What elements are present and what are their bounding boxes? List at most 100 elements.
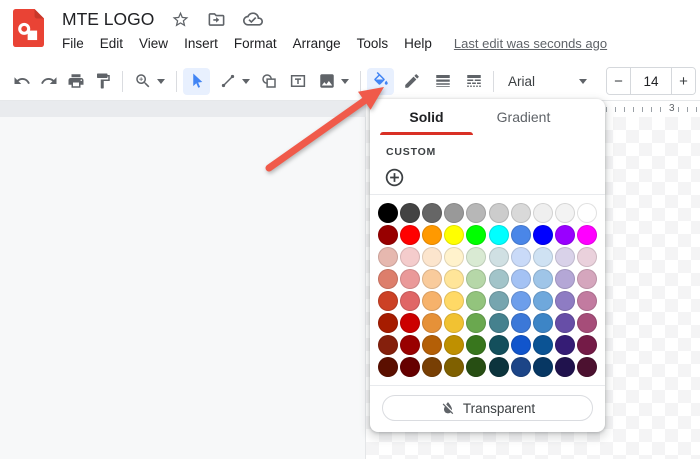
color-swatch[interactable] — [576, 335, 597, 355]
color-swatch[interactable] — [466, 291, 487, 311]
color-swatch[interactable] — [532, 291, 553, 311]
color-swatch[interactable] — [488, 335, 509, 355]
color-swatch[interactable] — [576, 203, 597, 223]
color-swatch[interactable] — [554, 313, 575, 333]
color-swatch[interactable] — [444, 269, 465, 289]
font-family-select[interactable]: Arial — [500, 68, 598, 95]
color-swatch[interactable] — [488, 269, 509, 289]
color-swatch[interactable] — [400, 247, 421, 267]
color-swatch[interactable] — [400, 335, 421, 355]
undo-icon[interactable] — [8, 68, 35, 95]
star-icon[interactable] — [171, 10, 190, 29]
color-swatch[interactable] — [554, 203, 575, 223]
color-swatch[interactable] — [422, 203, 443, 223]
color-swatch[interactable] — [510, 247, 531, 267]
color-swatch[interactable] — [422, 335, 443, 355]
color-swatch[interactable] — [422, 313, 443, 333]
color-swatch[interactable] — [444, 335, 465, 355]
menu-edit[interactable]: Edit — [92, 33, 131, 54]
color-swatch[interactable] — [488, 247, 509, 267]
color-swatch[interactable] — [532, 269, 553, 289]
color-swatch[interactable] — [554, 247, 575, 267]
color-swatch[interactable] — [488, 225, 509, 245]
font-size-decrease-button[interactable]: − — [607, 68, 630, 94]
color-swatch[interactable] — [444, 225, 465, 245]
color-swatch[interactable] — [422, 247, 443, 267]
color-swatch[interactable] — [422, 225, 443, 245]
color-swatch[interactable] — [576, 357, 597, 377]
color-swatch[interactable] — [378, 203, 398, 223]
color-swatch[interactable] — [576, 291, 597, 311]
color-swatch[interactable] — [576, 225, 597, 245]
color-swatch[interactable] — [378, 357, 398, 377]
color-swatch[interactable] — [444, 357, 465, 377]
color-swatch[interactable] — [466, 269, 487, 289]
color-swatch[interactable] — [378, 335, 398, 355]
color-swatch[interactable] — [378, 247, 398, 267]
color-swatch[interactable] — [510, 269, 531, 289]
border-weight-icon[interactable] — [429, 68, 456, 95]
tab-gradient[interactable]: Gradient — [475, 99, 572, 135]
color-swatch[interactable] — [554, 335, 575, 355]
color-swatch[interactable] — [532, 247, 553, 267]
redo-icon[interactable] — [35, 68, 62, 95]
color-swatch[interactable] — [444, 247, 465, 267]
color-swatch[interactable] — [444, 291, 465, 311]
color-swatch[interactable] — [466, 225, 487, 245]
color-swatch[interactable] — [378, 269, 398, 289]
color-swatch[interactable] — [576, 247, 597, 267]
color-swatch[interactable] — [400, 313, 421, 333]
color-swatch[interactable] — [532, 225, 553, 245]
color-swatch[interactable] — [422, 357, 443, 377]
color-swatch[interactable] — [532, 203, 553, 223]
font-size-increase-button[interactable]: + — [672, 68, 695, 94]
color-swatch[interactable] — [510, 225, 531, 245]
menu-help[interactable]: Help — [396, 33, 440, 54]
color-swatch[interactable] — [400, 357, 421, 377]
last-edit-link[interactable]: Last edit was seconds ago — [454, 36, 607, 51]
border-color-icon[interactable] — [398, 68, 425, 95]
fill-color-icon[interactable] — [367, 67, 394, 95]
color-swatch[interactable] — [488, 291, 509, 311]
color-swatch[interactable] — [400, 269, 421, 289]
color-swatch[interactable] — [378, 313, 398, 333]
color-swatch[interactable] — [378, 291, 398, 311]
color-swatch[interactable] — [532, 357, 553, 377]
color-swatch[interactable] — [510, 335, 531, 355]
text-box-tool-icon[interactable] — [284, 68, 311, 95]
color-swatch[interactable] — [576, 313, 597, 333]
menu-insert[interactable]: Insert — [176, 33, 226, 54]
add-custom-color-button[interactable] — [382, 165, 406, 189]
move-folder-icon[interactable] — [207, 10, 226, 29]
color-swatch[interactable] — [466, 203, 487, 223]
cloud-saved-icon[interactable] — [243, 9, 264, 29]
color-swatch[interactable] — [576, 269, 597, 289]
color-swatch[interactable] — [510, 203, 531, 223]
image-tool-icon[interactable] — [313, 68, 340, 95]
color-swatch[interactable] — [510, 291, 531, 311]
select-tool-icon[interactable] — [183, 67, 210, 95]
transparent-button[interactable]: Transparent — [382, 395, 593, 421]
color-swatch[interactable] — [466, 335, 487, 355]
color-swatch[interactable] — [466, 313, 487, 333]
color-swatch[interactable] — [554, 269, 575, 289]
zoom-dropdown-caret-icon[interactable] — [157, 78, 165, 84]
menu-format[interactable]: Format — [226, 33, 285, 54]
color-swatch[interactable] — [400, 291, 421, 311]
color-swatch[interactable] — [488, 203, 509, 223]
color-swatch[interactable] — [488, 357, 509, 377]
color-swatch[interactable] — [554, 291, 575, 311]
color-swatch[interactable] — [554, 225, 575, 245]
app-logo-icon[interactable] — [13, 9, 44, 47]
color-swatch[interactable] — [444, 203, 465, 223]
line-tool-icon[interactable] — [214, 68, 241, 95]
menu-tools[interactable]: Tools — [349, 33, 397, 54]
tab-solid[interactable]: Solid — [378, 99, 475, 135]
color-swatch[interactable] — [466, 247, 487, 267]
color-swatch[interactable] — [444, 313, 465, 333]
color-swatch[interactable] — [554, 357, 575, 377]
color-swatch[interactable] — [488, 313, 509, 333]
zoom-icon[interactable] — [129, 68, 156, 95]
document-title[interactable]: MTE LOGO — [62, 9, 154, 30]
color-swatch[interactable] — [510, 357, 531, 377]
